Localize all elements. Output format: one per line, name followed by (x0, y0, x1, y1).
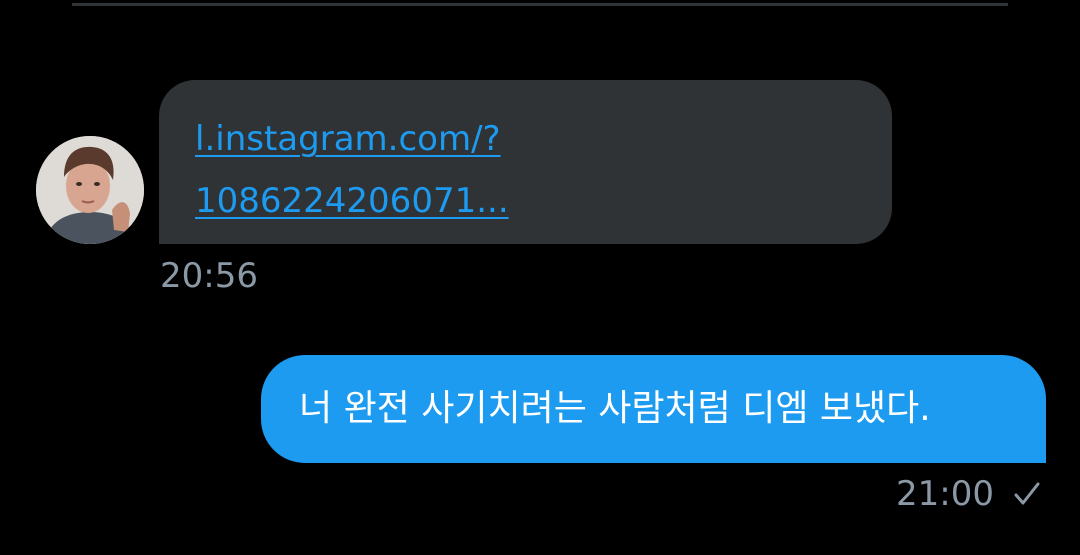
sent-message-time: 21:00 (896, 474, 994, 514)
top-divider (72, 3, 1008, 6)
sent-message-meta: 21:00 (896, 474, 1042, 514)
instagram-link-line-2[interactable]: 1086224206071... (195, 170, 856, 232)
checkmark-icon (1014, 482, 1040, 505)
dm-conversation: l.instagram.com/? 1086224206071... 20:56… (0, 0, 1080, 555)
sender-avatar[interactable] (36, 136, 144, 244)
sent-message-bubble: 너 완전 사기치려는 사람처럼 디엠 보냈다. (261, 355, 1046, 463)
instagram-link-line-1[interactable]: l.instagram.com/? (195, 108, 856, 170)
received-message-time: 20:56 (160, 256, 258, 296)
sent-message-text: 너 완전 사기치려는 사람처럼 디엠 보냈다. (299, 388, 931, 429)
received-message-bubble: l.instagram.com/? 1086224206071... (159, 80, 892, 244)
avatar-image (36, 136, 144, 244)
